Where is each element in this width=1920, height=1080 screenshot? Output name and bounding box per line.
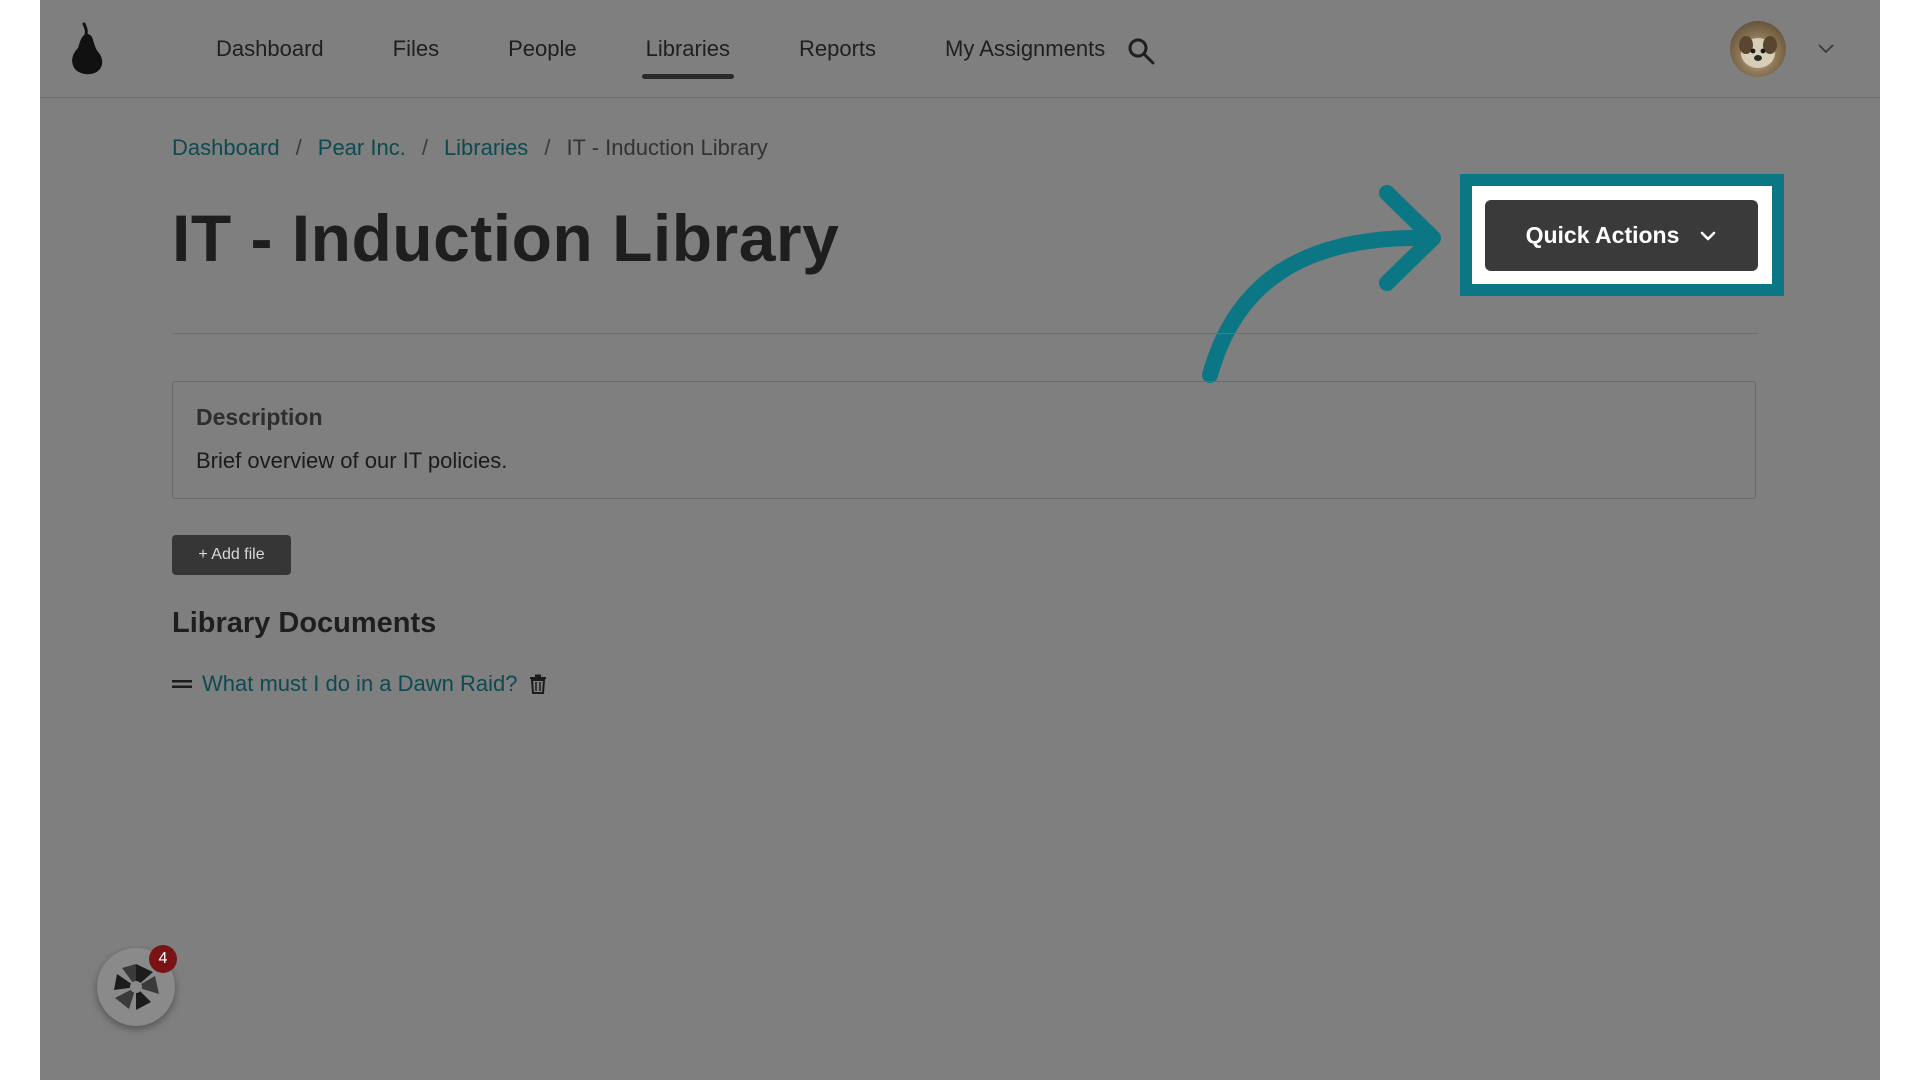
nav-label: My Assignments xyxy=(945,35,1106,61)
breadcrumb: Dashboard / Pear Inc. / Libraries / IT -… xyxy=(172,135,768,161)
breadcrumb-libraries[interactable]: Libraries xyxy=(444,135,528,161)
annotation-arrow-icon xyxy=(1202,185,1441,383)
top-navigation-bar: Dashboard Files People Libraries Reports… xyxy=(40,0,1880,98)
list-item: What must I do in a Dawn Raid? xyxy=(172,668,547,700)
app-window: Dashboard Files People Libraries Reports… xyxy=(40,0,1880,1080)
quick-actions-label: Quick Actions xyxy=(1525,222,1680,248)
page-title: IT - Induction Library xyxy=(172,201,840,275)
description-heading: Description xyxy=(196,404,323,430)
breadcrumb-separator: / xyxy=(421,135,428,160)
nav-people[interactable]: People xyxy=(504,0,581,97)
search-icon[interactable] xyxy=(1126,36,1156,66)
nav-my-assignments[interactable]: My Assignments xyxy=(941,0,1109,97)
chevron-down-icon xyxy=(1701,231,1716,240)
nav-dashboard[interactable]: Dashboard xyxy=(212,0,328,97)
avatar-photo-icon xyxy=(1739,36,1777,68)
chevron-down-icon[interactable] xyxy=(1817,42,1835,54)
breadcrumb-current: IT - Induction Library xyxy=(566,135,768,160)
nav-label: Libraries xyxy=(645,35,730,61)
quick-actions-button[interactable]: Quick Actions xyxy=(1485,200,1758,271)
nav-label: Reports xyxy=(798,35,877,61)
drag-handle-icon[interactable] xyxy=(172,678,192,690)
breadcrumb-separator: / xyxy=(295,135,302,160)
document-link[interactable]: What must I do in a Dawn Raid? xyxy=(202,671,517,697)
nav-reports[interactable]: Reports xyxy=(795,0,880,97)
description-text: Brief overview of our IT policies. xyxy=(196,448,508,473)
pear-logo-icon[interactable] xyxy=(66,22,106,76)
breadcrumb-dashboard[interactable]: Dashboard xyxy=(172,135,280,161)
library-documents-heading: Library Documents xyxy=(172,607,437,639)
nav-label: Dashboard xyxy=(216,35,324,61)
notification-badge: 4 xyxy=(149,945,177,973)
user-avatar[interactable] xyxy=(1730,21,1786,77)
nav-libraries[interactable]: Libraries xyxy=(641,0,735,97)
trash-icon[interactable] xyxy=(529,674,547,694)
nav-label: People xyxy=(508,35,577,61)
nav-files[interactable]: Files xyxy=(389,0,443,97)
nav-label: Files xyxy=(392,35,440,61)
description-card: Description Brief overview of our IT pol… xyxy=(172,381,1756,499)
main-nav: Dashboard Files People Libraries Reports… xyxy=(212,0,1170,97)
section-divider xyxy=(172,333,1758,334)
breadcrumb-pear-inc[interactable]: Pear Inc. xyxy=(318,135,406,161)
add-file-button[interactable]: + Add file xyxy=(172,535,291,575)
breadcrumb-separator: / xyxy=(544,135,551,160)
